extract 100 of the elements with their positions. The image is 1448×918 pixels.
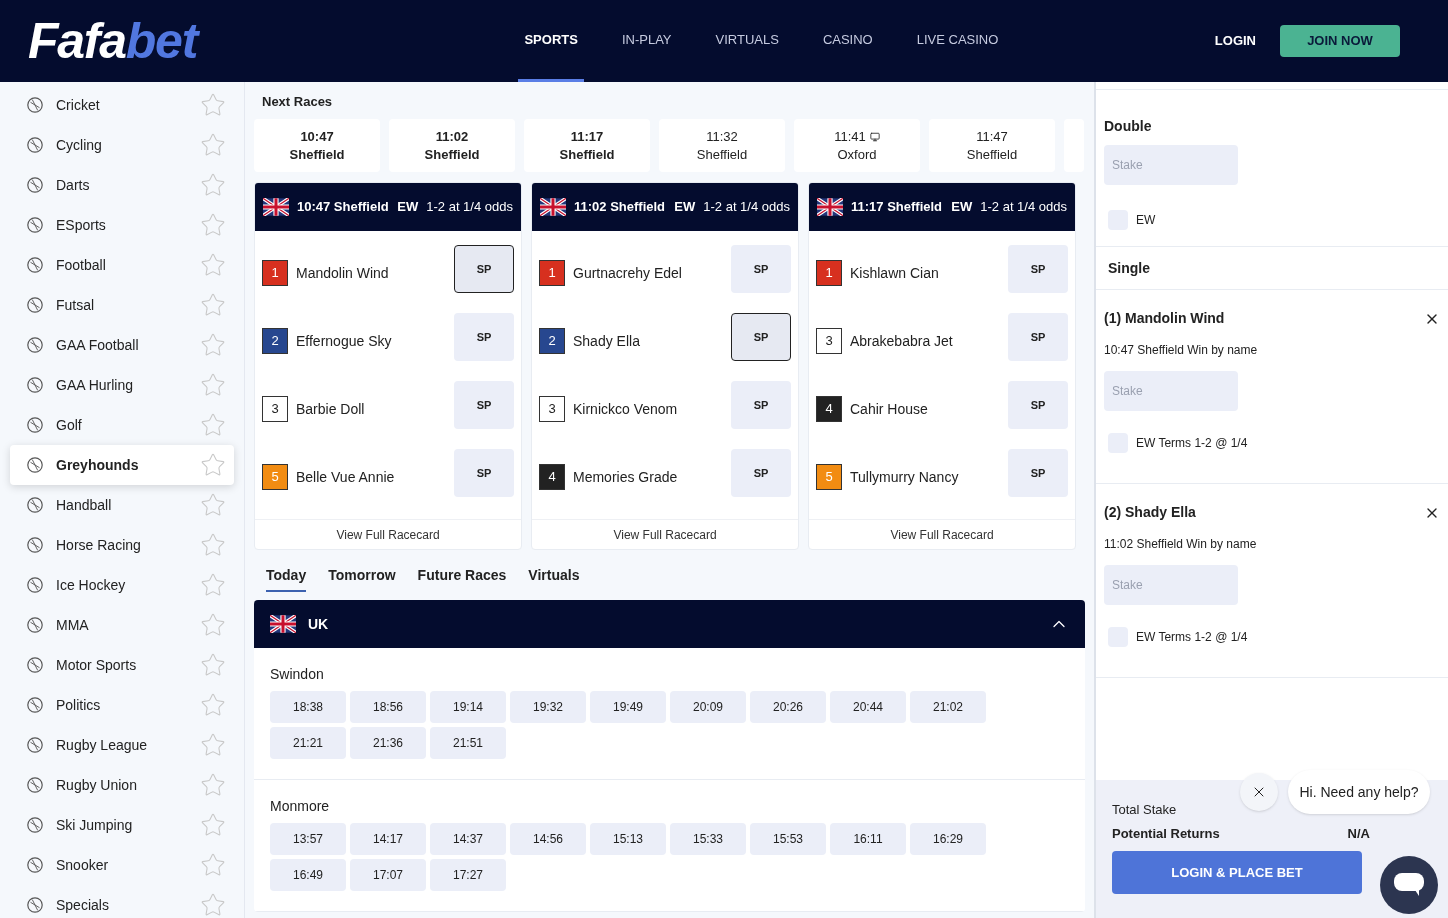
star-icon[interactable]	[200, 892, 226, 918]
price-button[interactable]: SP	[1008, 313, 1068, 361]
race-time-button[interactable]: 19:14	[430, 691, 506, 723]
racecard-link[interactable]: View Full Racecard	[532, 519, 798, 549]
race-tab[interactable]: 11:41 Oxford	[794, 119, 920, 172]
race-time-button[interactable]: 15:33	[670, 823, 746, 855]
star-icon[interactable]	[200, 572, 226, 598]
logo[interactable]: Fafabet	[28, 16, 238, 66]
price-button[interactable]: SP	[454, 381, 514, 429]
sidebar-item[interactable]: Futsal	[10, 285, 234, 325]
race-time-button[interactable]: 21:02	[910, 691, 986, 723]
nav-link[interactable]: VIRTUALS	[709, 0, 785, 82]
sidebar-item[interactable]: GAA Hurling	[10, 365, 234, 405]
day-tab[interactable]: Today	[266, 560, 307, 592]
star-icon[interactable]	[200, 732, 226, 758]
star-icon[interactable]	[200, 852, 226, 878]
price-button[interactable]: SP	[454, 449, 514, 497]
sidebar-item[interactable]: Snooker	[10, 845, 234, 885]
sidebar-item[interactable]: Rugby Union	[10, 765, 234, 805]
sidebar-item[interactable]: Politics	[10, 685, 234, 725]
star-icon[interactable]	[200, 612, 226, 638]
race-tab[interactable]: 10:47 Sheffield	[254, 119, 380, 172]
sidebar-item[interactable]: Greyhounds	[10, 445, 234, 485]
race-time-button[interactable]: 14:56	[510, 823, 586, 855]
sidebar-item[interactable]: ESports	[10, 205, 234, 245]
join-button[interactable]: JOIN NOW	[1280, 25, 1400, 57]
race-time-button[interactable]: 19:32	[510, 691, 586, 723]
price-button[interactable]: SP	[1008, 449, 1068, 497]
sidebar-item[interactable]: Cricket	[10, 85, 234, 125]
star-icon[interactable]	[200, 532, 226, 558]
nav-link[interactable]: LIVE CASINO	[910, 0, 1005, 82]
sidebar-item[interactable]: Cycling	[10, 125, 234, 165]
sidebar-item[interactable]: Ski Jumping	[10, 805, 234, 845]
star-icon[interactable]	[200, 652, 226, 678]
stake-field[interactable]: Stake	[1104, 371, 1238, 411]
race-time-button[interactable]: 21:21	[270, 727, 346, 759]
region-header[interactable]: UK	[254, 600, 1085, 648]
race-time-button[interactable]: 18:56	[350, 691, 426, 723]
race-time-button[interactable]: 16:49	[270, 859, 346, 891]
day-tab[interactable]: Future Races	[417, 560, 507, 592]
star-icon[interactable]	[200, 452, 226, 478]
race-tab[interactable]: 11:32 Sheffield	[659, 119, 785, 172]
race-time-button[interactable]: 20:44	[830, 691, 906, 723]
star-icon[interactable]	[200, 92, 226, 118]
login-button[interactable]: LOGIN	[1214, 31, 1256, 51]
sidebar-item[interactable]: Motor Sports	[10, 645, 234, 685]
sidebar-item[interactable]: MMA	[10, 605, 234, 645]
sidebar-item[interactable]: Specials	[10, 885, 234, 918]
star-icon[interactable]	[200, 812, 226, 838]
star-icon[interactable]	[200, 372, 226, 398]
sidebar-item[interactable]: Horse Racing	[10, 525, 234, 565]
nav-link[interactable]: CASINO	[816, 0, 879, 82]
sidebar-item[interactable]: Ice Hockey	[10, 565, 234, 605]
star-icon[interactable]	[200, 132, 226, 158]
race-time-button[interactable]: 21:36	[350, 727, 426, 759]
racecard-link[interactable]: View Full Racecard	[809, 519, 1075, 549]
price-button[interactable]: SP	[454, 313, 514, 361]
price-button[interactable]: SP	[731, 313, 791, 361]
star-icon[interactable]	[200, 332, 226, 358]
star-icon[interactable]	[200, 212, 226, 238]
race-time-button[interactable]: 16:11	[830, 823, 906, 855]
sidebar-item[interactable]: Rugby League	[10, 725, 234, 765]
race-time-button[interactable]: 20:26	[750, 691, 826, 723]
nav-link[interactable]: SPORTS	[518, 0, 584, 82]
nav-link[interactable]: IN-PLAY	[615, 0, 678, 82]
sidebar-item[interactable]: Football	[10, 245, 234, 285]
race-tab[interactable]: 11:47 Sheffield	[929, 119, 1055, 172]
race-time-button[interactable]: 13:57	[270, 823, 346, 855]
race-time-button[interactable]: 21:51	[430, 727, 506, 759]
stake-field[interactable]: Stake	[1104, 565, 1238, 605]
star-icon[interactable]	[200, 772, 226, 798]
race-time-button[interactable]: 17:27	[430, 859, 506, 891]
race-time-button[interactable]: 17:07	[350, 859, 426, 891]
sidebar-item[interactable]: Handball	[10, 485, 234, 525]
price-button[interactable]: SP	[454, 245, 514, 293]
race-time-button[interactable]: 20:09	[670, 691, 746, 723]
race-time-button[interactable]: 18:38	[270, 691, 346, 723]
race-tab[interactable]: 11:02 Sheffield	[389, 119, 515, 172]
race-time-button[interactable]: 19:49	[590, 691, 666, 723]
place-bet-button[interactable]: LOGIN & PLACE BET	[1112, 851, 1362, 894]
price-button[interactable]: SP	[731, 245, 791, 293]
star-icon[interactable]	[200, 492, 226, 518]
price-button[interactable]: SP	[731, 449, 791, 497]
sidebar-item[interactable]: Darts	[10, 165, 234, 205]
star-icon[interactable]	[200, 252, 226, 278]
chat-close-button[interactable]	[1240, 773, 1278, 811]
race-time-button[interactable]: 14:17	[350, 823, 426, 855]
sidebar-item[interactable]: GAA Football	[10, 325, 234, 365]
racecard-link[interactable]: View Full Racecard	[255, 519, 521, 549]
race-time-button[interactable]: 16:29	[910, 823, 986, 855]
star-icon[interactable]	[200, 172, 226, 198]
star-icon[interactable]	[200, 292, 226, 318]
price-button[interactable]: SP	[1008, 245, 1068, 293]
price-button[interactable]: SP	[731, 381, 791, 429]
star-icon[interactable]	[200, 412, 226, 438]
sidebar-item[interactable]: Golf	[10, 405, 234, 445]
stake-field[interactable]: Stake	[1104, 145, 1238, 185]
race-time-button[interactable]: 15:13	[590, 823, 666, 855]
race-tab[interactable]: 11:17 Sheffield	[524, 119, 650, 172]
star-icon[interactable]	[200, 692, 226, 718]
